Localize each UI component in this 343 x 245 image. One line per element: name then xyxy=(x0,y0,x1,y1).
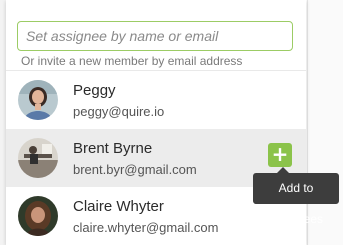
add-to-assignees-button[interactable]: + xyxy=(268,143,292,167)
avatar-brent-byrne xyxy=(18,138,58,178)
invite-hint: Or invite a new member by email address xyxy=(21,54,243,68)
member-name: Claire Whyter xyxy=(73,198,164,215)
member-row-peggy[interactable]: Peggy peggy@quire.io xyxy=(6,71,306,129)
member-name: Brent Byrne xyxy=(73,140,153,157)
member-name: Peggy xyxy=(73,82,116,99)
avatar-peggy xyxy=(18,80,58,120)
avatar-claire-whyter xyxy=(18,196,58,236)
assignee-search-input[interactable] xyxy=(17,21,293,51)
member-email: claire.whyter@gmail.com xyxy=(73,220,219,235)
member-email: brent.byr@gmail.com xyxy=(73,162,197,177)
plus-icon: + xyxy=(271,142,289,166)
add-to-assignees-tooltip: Add to assignees xyxy=(253,173,339,226)
member-email: peggy@quire.io xyxy=(73,104,165,119)
assignee-popup: Or invite a new member by email address … xyxy=(6,0,306,245)
